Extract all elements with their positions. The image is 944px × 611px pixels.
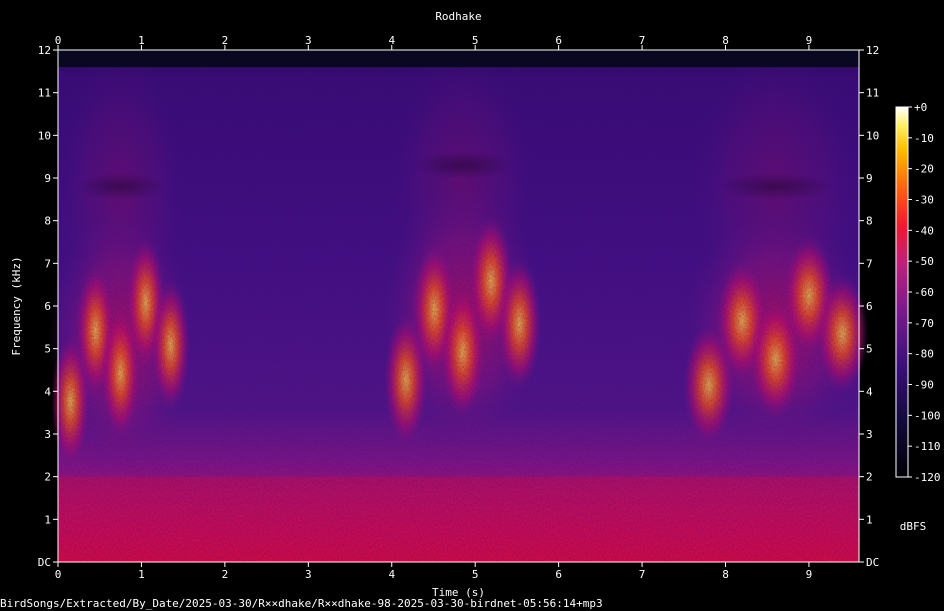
y-tick-label-right: 9 xyxy=(866,172,873,185)
colorbar-tick-label: -90 xyxy=(914,379,934,392)
colorbar-tick-label: +0 xyxy=(914,101,927,114)
x-tick-label-top: 3 xyxy=(305,34,312,47)
spectrogram-cutoff xyxy=(58,50,859,68)
y-tick-label: 9 xyxy=(44,172,51,185)
x-tick-label: 5 xyxy=(472,568,479,581)
spectrogram-chart: 00112233445566778899DC DC1 12 23 34 45 56 67 78 8… xyxy=(0,10,941,610)
x-tick-label: 7 xyxy=(639,568,646,581)
file-path: BirdSongs/Extracted/By_Date/2025-03-30/R… xyxy=(0,597,603,610)
x-tick-label: 4 xyxy=(388,568,395,581)
y-tick-label-right: 7 xyxy=(866,257,873,270)
colorbar-tick-label: -120 xyxy=(914,471,941,484)
x-tick-label-top: 4 xyxy=(388,34,395,47)
colorbar-tick-label: -80 xyxy=(914,348,934,361)
colorbar-label: dBFS xyxy=(900,520,927,533)
y-tick-label: 12 xyxy=(38,44,51,57)
colorbar-tick-label: -40 xyxy=(914,224,934,237)
colorbar-tick-label: -20 xyxy=(914,163,934,176)
y-tick-label: 6 xyxy=(44,300,51,313)
x-tick-label: 1 xyxy=(138,568,145,581)
x-tick-label-top: 0 xyxy=(55,34,62,47)
y-tick-label: 10 xyxy=(38,129,51,142)
y-tick-label: 11 xyxy=(38,87,51,100)
colorbar-tick-label: -50 xyxy=(914,255,934,268)
x-tick-label-top: 8 xyxy=(722,34,729,47)
colorbar-ticks: +0 -10 -20 -30 -40 -50 -60 -70 -80 -90 -100 -110 -12… xyxy=(908,101,941,484)
y-tick-label: 1 xyxy=(44,513,51,526)
y-tick-label-right: 1 xyxy=(866,513,873,526)
y-tick-label-right: 8 xyxy=(866,215,873,228)
colorbar-tick-label: -100 xyxy=(914,409,941,422)
x-tick-label-top: 2 xyxy=(222,34,229,47)
colorbar xyxy=(895,106,909,478)
y-tick-label-right: 5 xyxy=(866,343,873,356)
colorbar-tick-label: -30 xyxy=(914,194,934,207)
x-tick-label: 2 xyxy=(222,568,229,581)
y-tick-label: DC xyxy=(38,556,51,569)
x-tick-label: 6 xyxy=(555,568,562,581)
x-tick-label-top: 5 xyxy=(472,34,479,47)
x-tick-label-top: 9 xyxy=(806,34,813,47)
y-tick-label: 8 xyxy=(44,215,51,228)
y-tick-label-right: 10 xyxy=(866,129,879,142)
colorbar-tick-label: -110 xyxy=(914,440,941,453)
y-tick-label: 5 xyxy=(44,343,51,356)
colorbar-tick-label: -60 xyxy=(914,286,934,299)
colorbar-tick-label: -10 xyxy=(914,132,934,145)
y-tick-label-right: 11 xyxy=(866,87,879,100)
x-tick-label: 9 xyxy=(806,568,813,581)
y-tick-label-right: 4 xyxy=(866,385,873,398)
x-tick-label: 3 xyxy=(305,568,312,581)
colorbar-tick-label: -70 xyxy=(914,317,934,330)
y-tick-label: 2 xyxy=(44,471,51,484)
y-tick-label: 3 xyxy=(44,428,51,441)
y-tick-label-right: 3 xyxy=(866,428,873,441)
y-tick-label-right: 2 xyxy=(866,471,873,484)
x-tick-label-top: 1 xyxy=(138,34,145,47)
chart-title: Rodhake xyxy=(435,10,481,23)
x-tick-label: 8 xyxy=(722,568,729,581)
y-tick-label: 7 xyxy=(44,257,51,270)
y-axis-label: Frequency (kHz) xyxy=(10,256,23,355)
y-tick-label: 4 xyxy=(44,385,51,398)
x-tick-label-top: 7 xyxy=(639,34,646,47)
y-tick-label-right: DC xyxy=(866,556,879,569)
y-tick-label-right: 12 xyxy=(866,44,879,57)
x-tick-label: 0 xyxy=(55,568,62,581)
x-tick-label-top: 6 xyxy=(555,34,562,47)
y-tick-label-right: 6 xyxy=(866,300,873,313)
spectrogram-noise xyxy=(58,50,859,562)
